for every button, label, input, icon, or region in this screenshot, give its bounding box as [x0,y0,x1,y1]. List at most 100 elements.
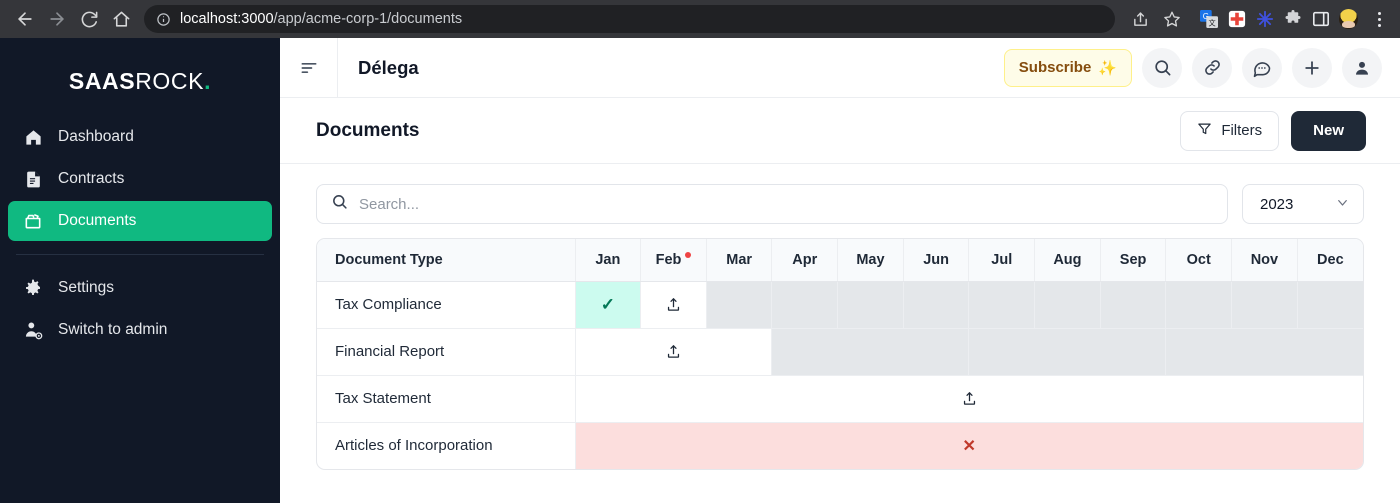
medical-cross-icon[interactable] [1227,10,1246,29]
brand-bold-text: SAAS [68,68,136,94]
upload-icon[interactable] [961,390,978,407]
puzzle-piece-icon[interactable] [1283,10,1302,29]
month-cell-upload[interactable] [640,281,707,329]
asterisk-icon[interactable] [1255,10,1274,29]
column-header-jan: Jan [575,239,642,282]
month-cell-complete[interactable]: ✓ [575,281,642,329]
extension-icons: G文 [1199,9,1358,29]
new-label: New [1313,122,1344,139]
column-header-mar: Mar [706,239,773,282]
brand-dot: . [204,68,212,94]
topbar-actions: Subscribe ✨ [1003,47,1382,88]
svg-text:文: 文 [1208,18,1215,27]
month-label: Apr [792,251,818,268]
column-header-jul: Jul [968,239,1036,282]
plus-icon-button[interactable] [1292,47,1332,88]
account-icon-button[interactable] [1342,47,1382,88]
month-label: Dec [1317,251,1344,268]
month-cell-disabled [1231,281,1298,329]
sidebar-item-dashboard[interactable]: Dashboard [8,117,272,157]
site-info-icon[interactable] [156,12,171,27]
document-type-cell: Tax Compliance [317,281,576,329]
sidebar-item-label: Dashboard [58,128,134,145]
google-translate-icon[interactable]: G文 [1199,10,1218,29]
three-dot-menu-icon[interactable] [1368,6,1390,32]
chat-icon-button[interactable] [1242,47,1282,88]
app-topbar: Délega Subscribe ✨ [280,37,1400,98]
upload-icon[interactable] [665,296,682,313]
sidebar-item-contracts[interactable]: Contracts [8,159,272,199]
home-icon[interactable] [106,4,136,34]
sidebar-divider [16,254,264,255]
document-type-cell: Articles of Incorporation [317,422,576,469]
search-input[interactable] [359,195,1213,213]
month-label: Mar [726,251,753,268]
address-bar[interactable]: localhost:3000/app/acme-corp-1/documents [144,5,1115,33]
filter-row: 2023 [316,184,1364,224]
document-type-cell: Financial Report [317,328,576,376]
share-icon[interactable] [1125,4,1155,34]
month-cell-upload[interactable] [575,328,773,376]
column-header-oct: Oct [1165,239,1233,282]
month-cell-error[interactable]: ✕ [575,422,1363,469]
brand-logo: SAASROCK. [0,54,280,117]
page-header-actions: Filters New [1180,110,1366,151]
search-icon-button[interactable] [1142,47,1182,88]
subscribe-button[interactable]: Subscribe ✨ [1003,48,1132,87]
link-icon-button[interactable] [1192,47,1232,88]
year-select-value: 2023 [1260,195,1294,213]
month-label: Aug [1053,251,1082,268]
collapse-menu-icon[interactable] [280,37,338,98]
column-header-jun: Jun [903,239,970,282]
url-path: /app/acme-corp-1/documents [273,11,463,27]
month-cell-disabled [771,328,970,376]
column-header-document-type: Document Type [317,239,576,282]
month-label: Feb [655,251,682,268]
page-title: Documents [316,119,420,141]
sidebar-item-label: Settings [58,279,115,296]
filters-button[interactable]: Filters [1180,110,1280,151]
url-host: localhost:3000 [180,11,274,27]
page-content: 2023 Document Type Jan Feb Mar Apr May Jun Jul… [280,164,1400,503]
month-cell-disabled [706,281,773,329]
filter-funnel-icon [1197,121,1212,140]
month-cell-upload[interactable] [575,375,1363,423]
check-icon: ✓ [600,294,615,314]
alert-dot-icon [685,251,692,258]
documents-table: Document Type Jan Feb Mar Apr May Jun Jul Aug Se… [317,239,1363,469]
brand-light-text: ROCK [135,68,205,94]
star-icon[interactable] [1157,4,1187,34]
table-head: Document Type Jan Feb Mar Apr May Jun Jul Aug Se… [317,239,1363,282]
sidebar-item-settings[interactable]: Settings [8,268,272,308]
month-cell-disabled [903,281,970,329]
new-button[interactable]: New [1291,110,1366,151]
sidebar: SAASROCK. Dashboard Contracts Documents [0,38,280,503]
month-label: May [856,251,885,268]
back-arrow-icon[interactable] [10,4,40,34]
column-header-feb: Feb [640,239,707,282]
month-label: Oct [1186,251,1211,268]
home-icon [22,126,44,148]
app-title: Délega [358,56,419,78]
month-label: Jun [923,251,949,268]
url-text: localhost:3000/app/acme-corp-1/documents [180,11,462,27]
sparkles-icon: ✨ [1098,59,1117,77]
search-box[interactable] [316,184,1228,224]
column-header-sep: Sep [1100,239,1167,282]
sidebar-item-switch-to-admin[interactable]: Switch to admin [8,310,272,350]
sidebar-nav: Dashboard Contracts Documents Settings S… [0,117,280,350]
sidebar-item-documents[interactable]: Documents [8,201,272,241]
side-panel-icon[interactable] [1311,10,1330,29]
forward-arrow-icon[interactable] [42,4,72,34]
reload-icon[interactable] [74,4,104,34]
profile-avatar-icon[interactable] [1339,9,1358,29]
upload-icon[interactable] [665,343,682,360]
document-type-cell: Tax Statement [317,375,576,423]
month-label: Jul [991,251,1013,268]
month-label: Sep [1119,251,1147,268]
column-header-aug: Aug [1034,239,1101,282]
documents-table-wrapper: Document Type Jan Feb Mar Apr May Jun Jul Aug Se… [316,238,1364,470]
year-select[interactable]: 2023 [1242,184,1364,224]
month-cell-disabled [1034,281,1101,329]
gear-icon [22,277,44,299]
